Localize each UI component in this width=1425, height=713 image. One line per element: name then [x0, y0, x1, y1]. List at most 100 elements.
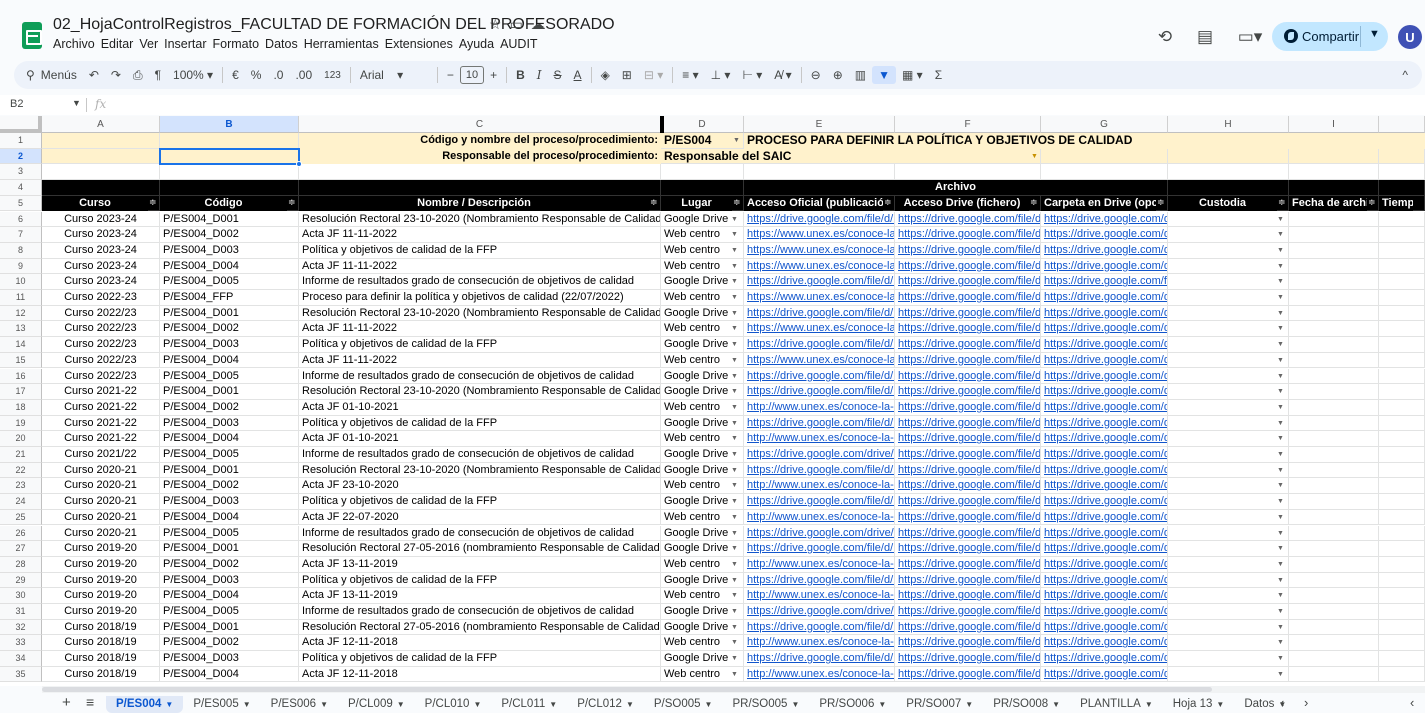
empty-cell[interactable] [1168, 164, 1289, 181]
oficial-link[interactable]: http://www.unex.es/conoce-la-uex [744, 588, 895, 604]
tiempo-cell[interactable] [1379, 478, 1425, 495]
carpeta-link[interactable]: https://drive.google.com/file/ [1041, 274, 1168, 290]
oficial-link[interactable]: https://drive.google.com/file/d/1qz [744, 274, 895, 290]
strikethrough-button[interactable]: S [548, 68, 568, 82]
drive-link[interactable]: https://drive.google.com/file/d/1s [895, 619, 1041, 636]
carpeta-link[interactable]: https://drive.google.com/driv [1041, 572, 1168, 589]
filter-icon[interactable]: ≑ [1030, 197, 1038, 208]
chevron-down-icon[interactable]: ▼ [731, 243, 739, 258]
drive-link[interactable]: https://drive.google.com/file/d/12 [895, 384, 1041, 400]
custodia-select[interactable] [1168, 227, 1289, 243]
chevron-down-icon[interactable]: ▼ [1277, 337, 1285, 352]
chevron-down-icon[interactable]: ▼ [1277, 620, 1285, 635]
carpeta-link[interactable]: https://drive.google.com/driv [1041, 651, 1168, 667]
oficial-link[interactable]: https://drive.google.com/file/d/123 [744, 384, 895, 400]
drive-link[interactable]: https://drive.google.com/file/d/1C [895, 494, 1041, 510]
column-header-b[interactable]: B [160, 116, 299, 133]
filter-icon[interactable]: ≑ [1157, 197, 1165, 208]
chevron-down-icon[interactable]: ▼ [1277, 651, 1285, 666]
sheet-tab[interactable]: P/CL012 ▼ [567, 696, 644, 713]
codigo-cell[interactable]: P/ES004_D003 [160, 415, 299, 432]
chevron-down-icon[interactable]: ▼ [243, 700, 251, 709]
oficial-link[interactable]: https://drive.google.com/file/d/1G [744, 494, 895, 510]
menu-editar[interactable]: Editar [101, 37, 139, 51]
codigo-cell[interactable]: P/ES004_D003 [160, 337, 299, 353]
tiempo-cell[interactable] [1379, 462, 1425, 479]
oficial-link[interactable]: https://drive.google.com/file/d/1sf [744, 572, 895, 589]
sheet-tab[interactable]: P/ES005 ▼ [183, 696, 260, 713]
tiempo-cell[interactable] [1379, 635, 1425, 652]
codigo-cell[interactable]: P/ES004_D004 [160, 258, 299, 275]
chevron-down-icon[interactable]: ▼ [731, 541, 739, 556]
tiempo-cell[interactable] [1379, 227, 1425, 243]
oficial-link[interactable]: http://www.unex.es/conoce-la-uex [744, 509, 895, 526]
menu-audit[interactable]: AUDIT [500, 37, 543, 51]
chevron-down-icon[interactable]: ▼ [731, 274, 739, 289]
row-header[interactable]: 20 [0, 431, 42, 447]
tiempo-cell[interactable] [1379, 352, 1425, 369]
menu-archivo[interactable]: Archivo [53, 37, 100, 51]
fecha-cell[interactable] [1289, 274, 1379, 290]
fecha-cell[interactable] [1289, 541, 1379, 557]
empty-cell[interactable] [895, 164, 1041, 181]
fecha-cell[interactable] [1289, 211, 1379, 228]
chevron-down-icon[interactable]: ▼ [1277, 243, 1285, 258]
nombre-cell[interactable]: Resolución Rectoral 27-05-2016 (nombrami… [299, 541, 661, 557]
oficial-link[interactable]: http://www.unex.es/conoce-la-uex [744, 399, 895, 416]
empty-cell[interactable] [1379, 164, 1425, 181]
drive-link[interactable]: https://drive.google.com/file/d/1P [895, 352, 1041, 369]
chevron-down-icon[interactable]: ▼ [731, 400, 739, 415]
sheet-tab[interactable]: PR/SO007 ▼ [896, 696, 983, 713]
codigo-cell[interactable]: P/ES004_D002 [160, 635, 299, 652]
chevron-down-icon[interactable]: ▼ [1277, 478, 1285, 493]
currency-button[interactable]: € [226, 68, 245, 82]
fecha-cell[interactable] [1289, 415, 1379, 432]
row-header[interactable]: 5 [0, 195, 42, 212]
codigo-cell[interactable]: P/ES004_D001 [160, 384, 299, 400]
custodia-select[interactable] [1168, 399, 1289, 416]
curso-cell[interactable]: Curso 2022/23 [42, 368, 160, 385]
row-header[interactable]: 22 [0, 462, 42, 479]
curso-cell[interactable]: Curso 2018/19 [42, 651, 160, 667]
fecha-cell[interactable] [1289, 619, 1379, 636]
nombre-cell[interactable]: Informe de resultados grado de consecuci… [299, 525, 661, 542]
chevron-down-icon[interactable]: ▼ [1277, 431, 1285, 446]
nombre-cell[interactable]: Informe de resultados grado de consecuci… [299, 368, 661, 385]
fecha-cell[interactable] [1289, 352, 1379, 369]
row-header[interactable]: 1 [0, 133, 42, 149]
carpeta-link[interactable]: https://drive.google.com/driv [1041, 258, 1168, 275]
oficial-link[interactable]: https://drive.google.com/drive/fold [744, 447, 895, 463]
filter-icon[interactable]: ≑ [1278, 197, 1286, 208]
curso-cell[interactable]: Curso 2019-20 [42, 604, 160, 620]
fecha-cell[interactable] [1289, 305, 1379, 322]
drive-link[interactable]: https://drive.google.com/file/d/1_ [895, 604, 1041, 620]
menu-insertar[interactable]: Insertar [164, 37, 211, 51]
oficial-link[interactable]: https://drive.google.com/file/d/1sj [744, 619, 895, 636]
chevron-down-icon[interactable]: ▼ [731, 635, 739, 650]
column-header-a[interactable]: A [42, 116, 160, 133]
italic-button[interactable]: I [531, 68, 548, 82]
empty-cell[interactable] [42, 164, 160, 181]
oficial-link[interactable]: https://drive.google.com/file/d/1Ky [744, 415, 895, 432]
chevron-down-icon[interactable]: ▼ [1277, 321, 1285, 336]
codigo-cell[interactable]: P/ES004_D002 [160, 478, 299, 495]
row-header[interactable]: 28 [0, 556, 42, 573]
codigo-cell[interactable]: P/ES004_D004 [160, 588, 299, 604]
chevron-down-icon[interactable]: ▼ [320, 700, 328, 709]
nombre-cell[interactable]: Informe de resultados grado de consecuci… [299, 447, 661, 463]
empty-cell[interactable] [1041, 164, 1168, 181]
row-header[interactable]: 16 [0, 368, 42, 385]
chevron-down-icon[interactable]: ▼ [1277, 416, 1285, 431]
menu-ver[interactable]: Ver [139, 37, 163, 51]
carpeta-link[interactable]: https://drive.google.com/driv [1041, 337, 1168, 353]
comments-icon[interactable]: ▤ [1190, 22, 1220, 52]
oficial-link[interactable]: https://drive.google.com/file/d/13F [744, 305, 895, 322]
name-box[interactable]: B2 [10, 98, 23, 110]
custodia-select[interactable] [1168, 588, 1289, 604]
custodia-select[interactable] [1168, 447, 1289, 463]
drive-link[interactable]: https://drive.google.com/file/d/13 [895, 305, 1041, 322]
carpeta-link[interactable]: https://drive.google.com/driv [1041, 588, 1168, 604]
row-header[interactable]: 2 [0, 148, 42, 165]
chevron-down-icon[interactable]: ▼ [1031, 149, 1039, 164]
drive-link[interactable]: https://drive.google.com/file/d/1a [895, 478, 1041, 495]
